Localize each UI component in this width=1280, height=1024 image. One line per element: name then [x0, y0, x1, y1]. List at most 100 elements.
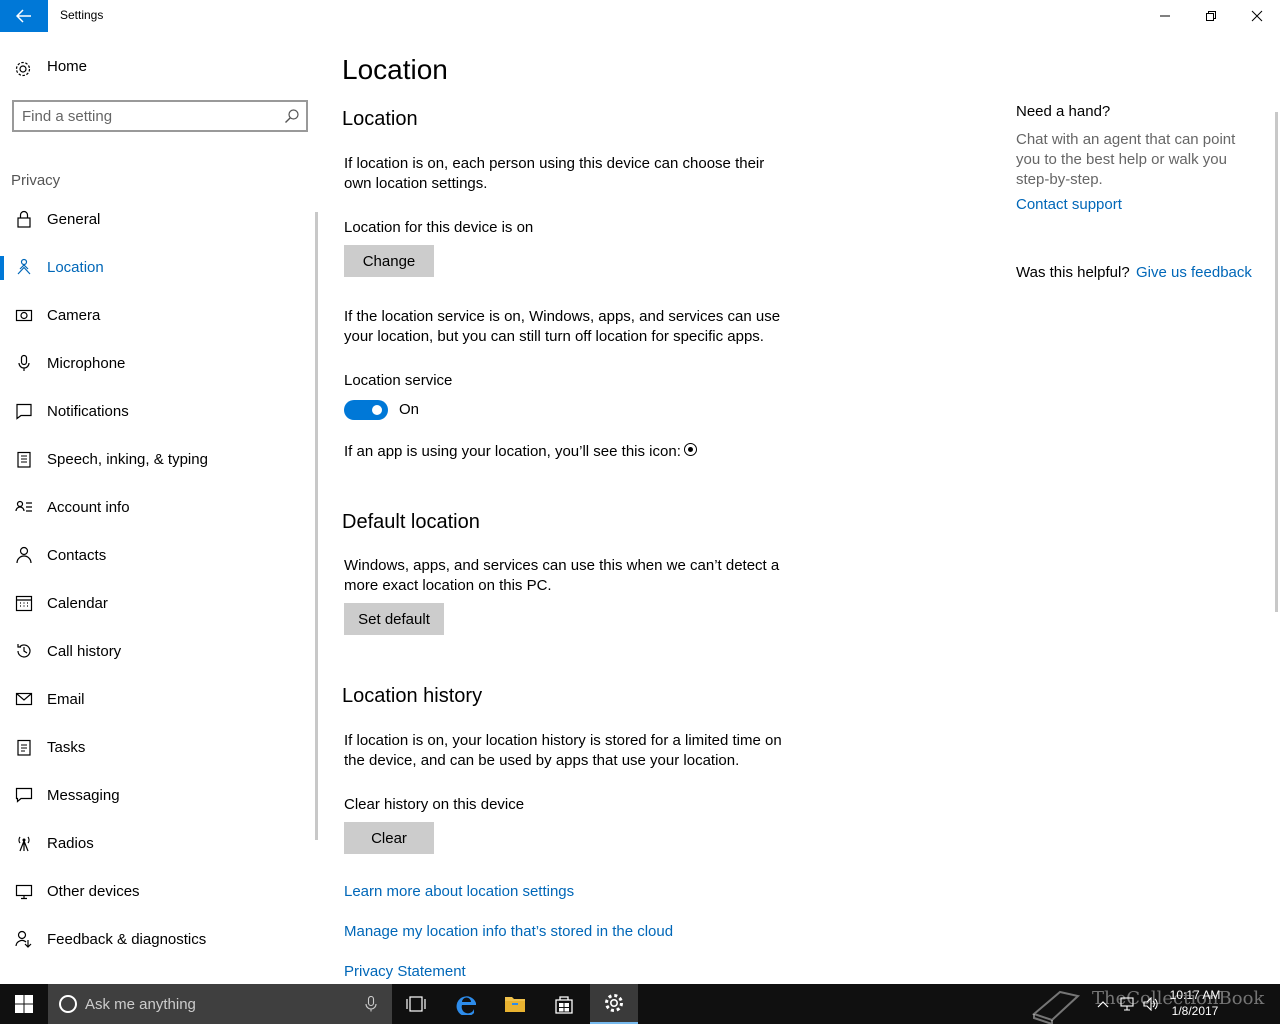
network-icon: [1120, 997, 1134, 1011]
sidebar-item-label: Speech, inking, & typing: [47, 451, 208, 468]
sidebar-item-camera[interactable]: Camera: [0, 292, 320, 340]
task-view-button[interactable]: [392, 984, 440, 1024]
cortana-icon: [59, 995, 77, 1013]
home-nav-item[interactable]: Home: [0, 52, 320, 84]
active-indicator: [0, 256, 4, 280]
contact-support-link[interactable]: Contact support: [1016, 196, 1122, 213]
volume-tray-button[interactable]: [1140, 984, 1162, 1024]
section-label-privacy: Privacy: [11, 172, 61, 189]
search-icon[interactable]: [284, 108, 300, 124]
minimize-button[interactable]: [1142, 0, 1188, 32]
sidebar-item-label: Feedback & diagnostics: [47, 931, 207, 948]
clipboard-icon: [17, 451, 31, 468]
default-location-heading: Default location: [342, 511, 480, 533]
sidebar-item-label: Calendar: [47, 595, 108, 612]
location-icon-note: If an app is using your location, you’ll…: [344, 443, 681, 460]
edge-browser-button[interactable]: [443, 984, 491, 1024]
restore-icon: [1206, 11, 1216, 21]
chevron-up-icon: [1097, 1001, 1109, 1008]
sidebar-item-radios[interactable]: Radios: [0, 820, 320, 868]
location-description: If location is on, each person using thi…: [344, 155, 765, 192]
help-heading: Need a hand?: [1016, 103, 1111, 120]
window-title: Settings: [60, 8, 104, 22]
taskbar: Ask me anything TheCollectionBook 10:17 …: [0, 984, 1280, 1024]
sidebar-item-feedback[interactable]: Feedback & diagnostics: [0, 916, 320, 964]
contacts-icon: [16, 546, 32, 564]
sidebar-item-email[interactable]: Email: [0, 676, 320, 724]
back-button[interactable]: [0, 0, 48, 32]
sidebar-item-call-history[interactable]: Call history: [0, 628, 320, 676]
sidebar-item-general[interactable]: General: [0, 196, 320, 244]
feedback-icon: [15, 930, 32, 948]
settings-taskbar-button[interactable]: [590, 984, 638, 1024]
sidebar: Home Privacy General Location Camera Mic…: [0, 32, 320, 984]
sidebar-item-messaging[interactable]: Messaging: [0, 772, 320, 820]
sidebar-item-label: Email: [47, 691, 85, 708]
title-bar: Settings: [0, 0, 1280, 32]
close-button[interactable]: [1234, 0, 1280, 32]
main-scrollbar[interactable]: [1275, 112, 1278, 612]
location-in-use-icon: [684, 443, 697, 456]
search-box[interactable]: [12, 100, 308, 132]
sidebar-item-microphone[interactable]: Microphone: [0, 340, 320, 388]
sidebar-item-location[interactable]: Location: [0, 244, 320, 292]
sidebar-item-label: Other devices: [47, 883, 140, 900]
clock-time: 10:17 AM: [1169, 988, 1221, 1002]
cortana-search-box[interactable]: Ask me anything: [48, 984, 392, 1024]
sidebar-item-label: Call history: [47, 643, 122, 660]
manage-cloud-location-link[interactable]: Manage my location info that’s stored in…: [344, 923, 673, 940]
camera-icon: [15, 309, 33, 322]
sidebar-item-label: Location: [47, 259, 104, 276]
minimize-icon: [1160, 15, 1170, 17]
give-feedback-link[interactable]: Give us feedback: [1136, 264, 1252, 281]
sidebar-item-label: Notifications: [47, 403, 129, 420]
change-button[interactable]: Change: [344, 245, 434, 277]
store-button[interactable]: [540, 984, 588, 1024]
clear-button[interactable]: Clear: [344, 822, 434, 854]
restore-button[interactable]: [1188, 0, 1234, 32]
sidebar-item-calendar[interactable]: Calendar: [0, 580, 320, 628]
file-explorer-button[interactable]: [491, 984, 539, 1024]
windows-logo-icon: [15, 995, 33, 1013]
search-input[interactable]: [22, 106, 272, 126]
taskbar-clock[interactable]: 10:17 AM 1/8/2017: [1160, 987, 1230, 1019]
sidebar-item-other-devices[interactable]: Other devices: [0, 868, 320, 916]
start-button[interactable]: [0, 984, 48, 1024]
back-arrow-icon: [16, 9, 31, 23]
microphone-icon[interactable]: [364, 996, 378, 1012]
privacy-nav: General Location Camera Microphone Notif…: [0, 196, 320, 964]
folder-icon: [505, 997, 525, 1012]
default-location-description: Windows, apps, and services can use this…: [344, 557, 780, 594]
set-default-button[interactable]: Set default: [344, 603, 444, 635]
calendar-icon: [15, 595, 33, 612]
close-icon: [1251, 10, 1263, 22]
location-service-description: If the location service is on, Windows, …: [344, 308, 781, 345]
location-service-toggle[interactable]: [344, 400, 388, 420]
main-content: Location Location If location is on, eac…: [342, 32, 982, 984]
sidebar-item-account-info[interactable]: Account info: [0, 484, 320, 532]
sidebar-item-label: Contacts: [47, 547, 107, 564]
tasks-icon: [17, 739, 31, 756]
sidebar-item-notifications[interactable]: Notifications: [0, 388, 320, 436]
sidebar-item-label: Account info: [47, 499, 130, 516]
email-icon: [15, 692, 33, 706]
lock-icon: [17, 210, 31, 228]
other-devices-icon: [15, 884, 33, 900]
location-history-description: If location is on, your location history…: [344, 732, 782, 769]
sidebar-item-contacts[interactable]: Contacts: [0, 532, 320, 580]
sidebar-item-speech[interactable]: Speech, inking, & typing: [0, 436, 320, 484]
sidebar-item-label: General: [47, 211, 101, 228]
device-location-status: Location for this device is on: [344, 219, 534, 236]
show-hidden-icons-button[interactable]: [1092, 984, 1114, 1024]
sidebar-item-label: Camera: [47, 307, 101, 324]
location-service-label: Location service: [344, 372, 453, 389]
toggle-knob: [372, 405, 382, 415]
messaging-icon: [15, 787, 33, 803]
privacy-statement-link[interactable]: Privacy Statement: [344, 963, 466, 980]
location-history-heading: Location history: [342, 685, 483, 707]
sidebar-item-tasks[interactable]: Tasks: [0, 724, 320, 772]
learn-more-link[interactable]: Learn more about location settings: [344, 883, 574, 900]
page-title: Location: [342, 54, 448, 85]
sidebar-scrollbar[interactable]: [315, 212, 318, 840]
network-tray-button[interactable]: [1116, 984, 1138, 1024]
